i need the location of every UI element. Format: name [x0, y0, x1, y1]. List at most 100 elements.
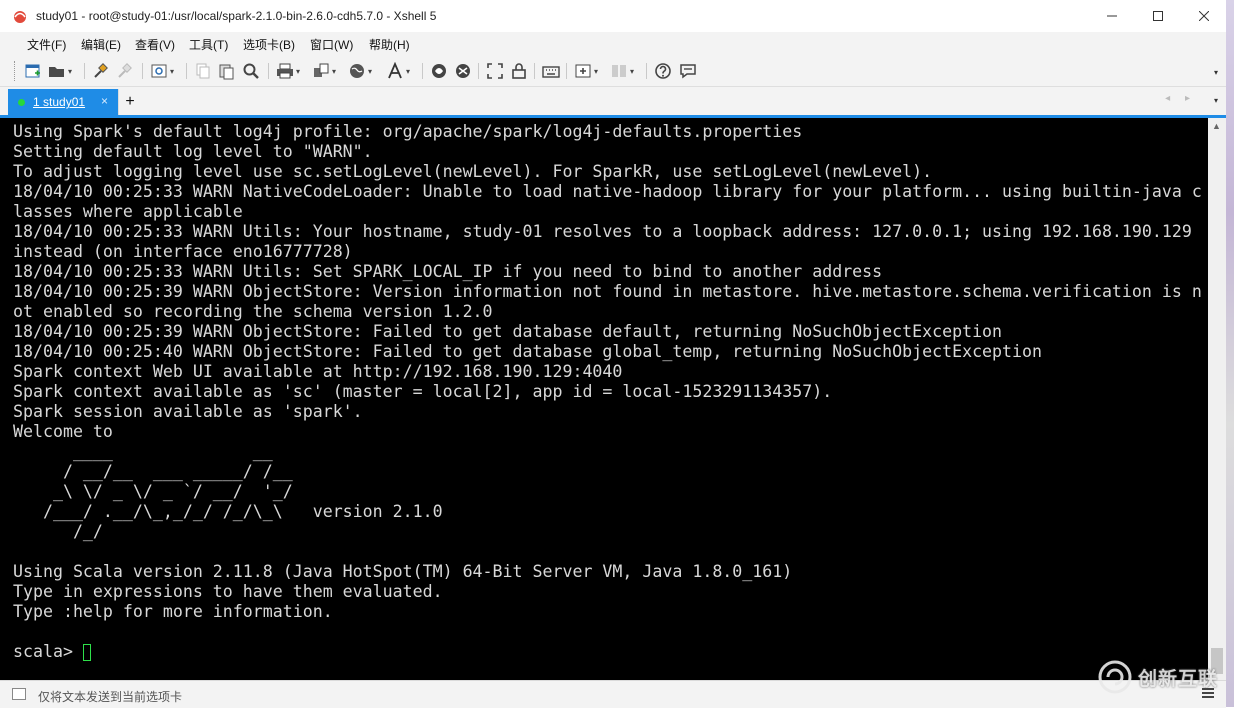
maximize-button[interactable] — [1135, 0, 1181, 32]
xmanager-button[interactable] — [454, 61, 472, 81]
compose-bar[interactable]: 仅将文本发送到当前选项卡 — [0, 680, 1226, 708]
help-icon — [655, 63, 671, 79]
terminal-pane[interactable]: Using Spark's default log4j profile: org… — [0, 118, 1208, 680]
prompt-line[interactable]: scala> — [13, 642, 1202, 662]
chevron-down-icon: ▾ — [594, 66, 599, 76]
chevron-down-icon: ▾ — [630, 66, 635, 76]
desktop-background — [1226, 0, 1234, 707]
terminal-line: Type in expressions to have them evaluat… — [13, 582, 443, 601]
menu-edit[interactable]: 编辑(E) — [81, 36, 121, 53]
fullscreen-button[interactable] — [486, 61, 504, 81]
terminal-line: Type :help for more information. — [13, 602, 333, 621]
close-icon — [1199, 11, 1209, 21]
new-tab-button[interactable]: ▾ — [574, 61, 598, 81]
globe-button[interactable]: ▾ — [348, 61, 372, 81]
copy-button[interactable] — [194, 61, 212, 81]
font-icon — [388, 62, 402, 79]
terminal-line: lasses where applicable — [13, 202, 243, 221]
chat-button[interactable] — [679, 61, 697, 81]
keyboard-button[interactable] — [542, 61, 560, 81]
terminal-line: Spark context available as 'sc' (master … — [13, 382, 833, 401]
terminal-line: 18/04/10 00:25:39 WARN ObjectStore: Vers… — [13, 282, 1202, 301]
properties-button[interactable]: ▾ — [150, 61, 174, 81]
add-tab-button[interactable]: + — [118, 89, 141, 115]
search-icon — [243, 63, 259, 79]
help-button[interactable] — [654, 61, 672, 81]
terminal-line: ot enabled so recording the schema versi… — [13, 302, 493, 321]
layout-button[interactable]: ▾ — [610, 61, 634, 81]
menu-file[interactable]: 文件(F) — [27, 36, 66, 53]
chevron-down-icon: ▾ — [332, 66, 337, 76]
terminal-line: Spark context Web UI available at http:/… — [13, 362, 623, 381]
chevron-down-icon: ▾ — [68, 66, 73, 76]
print-button[interactable]: ▾ — [276, 61, 300, 81]
terminal-line: ____ __ — [13, 442, 273, 461]
chevron-down-icon: ▾ — [368, 66, 373, 76]
title-bar[interactable]: study01 - root@study-01:/usr/local/spark… — [0, 0, 1226, 32]
copy-icon — [196, 63, 210, 79]
connection-status-icon — [18, 98, 25, 106]
lock-icon — [512, 63, 526, 79]
xshell-window: study01 - root@study-01:/usr/local/spark… — [0, 0, 1226, 708]
new-session-icon — [25, 64, 40, 78]
toolbar: ▾ ▾ ▾ ▾ ▾ ▾ ▾ ▾ ▾ — [0, 56, 1226, 87]
connect-button[interactable] — [92, 61, 110, 81]
terminal-cursor — [82, 643, 91, 661]
menu-view[interactable]: 查看(V) — [135, 36, 175, 53]
menu-tools[interactable]: 工具(T) — [189, 36, 228, 53]
terminal-line: Setting default log level to "WARN". — [13, 142, 373, 161]
tab-close-icon[interactable]: × — [101, 94, 108, 108]
xshell-icon — [14, 11, 26, 23]
open-button[interactable]: ▾ — [48, 61, 72, 81]
terminal-output: Using Spark's default log4j profile: org… — [13, 122, 1202, 662]
menu-help[interactable]: 帮助(H) — [369, 36, 410, 53]
properties-icon — [151, 64, 167, 78]
paste-icon — [219, 64, 234, 80]
terminal-line: Welcome to — [13, 422, 113, 441]
paste-button[interactable] — [218, 61, 236, 81]
close-button[interactable] — [1181, 0, 1227, 32]
scroll-up-icon[interactable]: ▲ — [1212, 121, 1221, 131]
minimize-button[interactable] — [1089, 0, 1135, 32]
compose-icon — [12, 688, 26, 700]
terminal-scrollbar[interactable]: ▲ — [1208, 118, 1226, 680]
xftp-button[interactable] — [430, 61, 448, 81]
window-title: study01 - root@study-01:/usr/local/spark… — [36, 9, 437, 23]
new-session-button[interactable] — [24, 61, 42, 81]
disconnect-button[interactable] — [116, 61, 134, 81]
toolbar-grip[interactable] — [14, 61, 17, 81]
tab-list-dropdown-icon[interactable]: ▾ — [1214, 96, 1218, 105]
watermark-text: 创新互联 — [1138, 668, 1219, 690]
connect-icon — [94, 63, 108, 78]
tab-scroll-arrows-icon[interactable]: ◂ ▸ — [1165, 93, 1196, 104]
terminal-line: 18/04/10 00:25:39 WARN ObjectStore: Fail… — [13, 322, 1003, 341]
layout-icon — [612, 65, 626, 77]
menu-window[interactable]: 窗口(W) — [310, 36, 353, 53]
folder-icon — [49, 67, 64, 77]
menu-tabs[interactable]: 选项卡(B) — [243, 36, 295, 53]
minimize-icon — [1107, 15, 1117, 17]
find-button[interactable] — [242, 61, 260, 81]
transfer-button[interactable]: ▾ — [312, 61, 336, 81]
lock-button[interactable] — [510, 61, 528, 81]
terminal-line: instead (on interface eno16777728) — [13, 242, 353, 261]
terminal-line: 18/04/10 00:25:33 WARN Utils: Set SPARK_… — [13, 262, 883, 281]
terminal-line: 18/04/10 00:25:40 WARN ObjectStore: Fail… — [13, 342, 1042, 361]
maximize-icon — [1153, 11, 1163, 21]
tab-strip: 1 study01 × + ◂ ▸ ▾ — [0, 87, 1226, 115]
add-tab-icon — [575, 64, 591, 78]
font-button[interactable]: ▾ — [386, 61, 410, 81]
compose-placeholder: 仅将文本发送到当前选项卡 — [38, 690, 183, 704]
tab-study01[interactable]: 1 study01 × + — [8, 89, 141, 115]
terminal-line: _\ \/ _ \/ _ `/ __/ '_/ — [13, 482, 293, 501]
xmanager-icon — [456, 64, 470, 78]
keyboard-icon — [542, 66, 560, 78]
fullscreen-icon — [487, 63, 503, 79]
terminal-line: /_/ — [13, 522, 103, 541]
chat-icon — [680, 64, 696, 79]
terminal-line: 18/04/10 00:25:33 WARN Utils: Your hostn… — [13, 222, 1192, 241]
toolbar-overflow-icon[interactable]: ▾ — [1214, 68, 1218, 77]
terminal-line: To adjust logging level use sc.setLogLev… — [13, 162, 933, 181]
printer-icon — [277, 63, 293, 79]
